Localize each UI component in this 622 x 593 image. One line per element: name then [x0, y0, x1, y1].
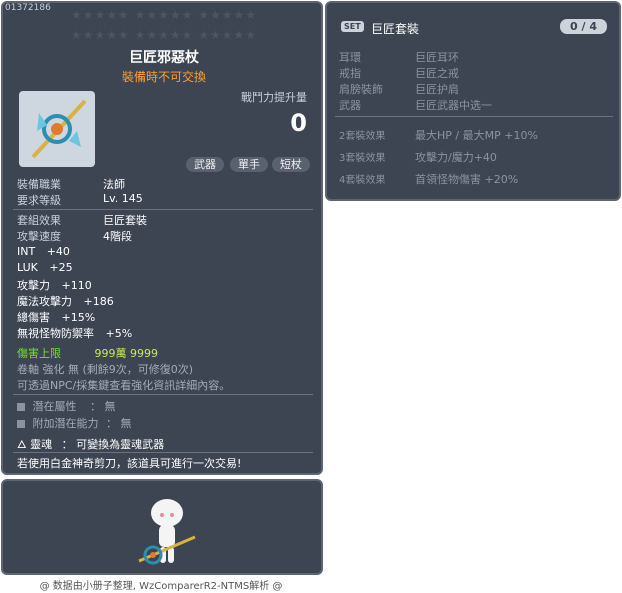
- damage-cap-label: 傷害上限: [17, 347, 61, 360]
- footer-credit: @ 数据由小册子整理, WzComparerR2-NTMS解析 @: [39, 581, 283, 592]
- stat-label: 魔法攻擊力: [17, 295, 72, 308]
- character-figure: [138, 499, 196, 565]
- set-part-row: 肩膀裝飾 巨匠护肩: [339, 81, 459, 97]
- stat-row: INT +40: [17, 245, 70, 258]
- set-part-name: 巨匠耳环: [415, 51, 459, 64]
- item-tooltip-panel: 01372186 ★★★★★ ★★★★★ ★★★★★ ★★★★★ ★★★★★ ★…: [1, 1, 323, 475]
- set-effect-label: 4套裝效果: [339, 175, 386, 186]
- set-part-name: 巨匠武器中选一: [415, 99, 492, 112]
- item-icon: [19, 91, 95, 167]
- tag-one-handed: 單手: [230, 157, 268, 172]
- attack-speed-row: 攻擊速度 4階段: [17, 228, 132, 244]
- stat-label: LUK: [17, 261, 38, 274]
- character-preview-panel: [1, 479, 323, 575]
- damage-cap-value: 999萬 9999: [94, 347, 159, 360]
- bonus-potential-value: ： 無: [106, 417, 132, 430]
- set-part-slot: 武器: [339, 99, 361, 112]
- set-part-slot: 戒指: [339, 67, 361, 80]
- divider: [13, 452, 313, 453]
- set-effect-row: 4套裝效果 首領怪物傷害 +20%: [339, 171, 518, 186]
- job-row: 裝備職業 法師: [17, 176, 125, 192]
- divider: [335, 116, 613, 117]
- stat-label: INT: [17, 245, 36, 258]
- stat-value: +186: [83, 295, 114, 308]
- combat-power-value: 0: [290, 109, 307, 137]
- level-value: Lv. 145: [103, 192, 143, 205]
- set-part-slot: 肩膀裝飾: [339, 83, 383, 96]
- combat-power-label: 戰鬥力提升量: [241, 91, 307, 104]
- untradeable-notice: 裝備時不可交換: [121, 70, 206, 84]
- set-effect-text: 首領怪物傷害 +20%: [415, 173, 519, 186]
- set-effect-text: 最大HP / 最大MP +10%: [415, 129, 538, 142]
- item-name: 巨匠邪惡杖: [129, 50, 199, 66]
- npc-info: 可透過NPC/採集鍵查看強化資訊詳細內容。: [17, 379, 231, 392]
- wand-icon: [31, 99, 87, 159]
- stat-value: +25: [49, 261, 73, 274]
- attack-speed-value: 4階段: [103, 230, 132, 243]
- stat-row: LUK +25: [17, 261, 73, 274]
- set-effect-label: 2套裝效果: [339, 131, 386, 142]
- potential-value: ： 無: [90, 400, 116, 413]
- stat-row: 攻擊力 +110: [17, 277, 92, 293]
- damage-cap-row: 傷害上限 999萬 9999: [17, 345, 158, 361]
- soul-value: ： 可變換為靈魂武器: [61, 438, 165, 451]
- stat-row: 無視怪物防禦率 +5%: [17, 325, 132, 341]
- tag-wand: 短杖: [272, 157, 310, 172]
- set-effect-row: 3套裝效果 攻擊力/魔力+40: [339, 149, 497, 164]
- stat-row: 魔法攻擊力 +186: [17, 293, 114, 309]
- attack-speed-label: 攻擊速度: [17, 230, 61, 243]
- job-value: 法師: [103, 178, 125, 191]
- potential-label: 潛在屬性: [32, 400, 77, 413]
- platinum-scissors-notice: 若使用白金神奇剪刀，該道具可進行一次交易!: [17, 457, 242, 470]
- soul-icon: 🜂: [17, 438, 27, 451]
- stat-label: 總傷害: [17, 311, 50, 324]
- set-effect-row: 套組效果 巨匠套裝: [17, 212, 147, 228]
- set-part-row: 耳環 巨匠耳环: [339, 49, 459, 65]
- tag-weapon: 武器: [186, 157, 224, 172]
- potential-icon: [17, 403, 25, 411]
- set-count: 0 / 4: [560, 19, 607, 34]
- stat-value: +5%: [105, 327, 133, 340]
- level-row: 要求等級 Lv. 145: [17, 192, 143, 208]
- set-part-slot: 耳環: [339, 51, 361, 64]
- set-effect-value: 巨匠套裝: [103, 214, 147, 227]
- character-preview: [138, 499, 196, 565]
- set-effect-row: 2套裝效果 最大HP / 最大MP +10%: [339, 127, 538, 142]
- bonus-potential-label: 附加潛在能力: [32, 417, 99, 430]
- job-label: 裝備職業: [17, 178, 61, 191]
- soul-label: 靈魂: [30, 438, 53, 451]
- stat-value: +40: [46, 245, 70, 258]
- set-badge: SET: [341, 21, 364, 32]
- level-label: 要求等級: [17, 194, 61, 207]
- set-part-row: 戒指 巨匠之戒: [339, 65, 459, 81]
- set-effect-label: 3套裝效果: [339, 153, 386, 164]
- set-part-name: 巨匠之戒: [415, 67, 459, 80]
- potential-row: 潛在屬性 ： 無: [17, 398, 116, 414]
- bonus-potential-icon: [17, 420, 25, 428]
- bonus-potential-row: 附加潛在能力 ： 無: [17, 415, 132, 431]
- star-force-row-2: ★★★★★ ★★★★★ ★★★★★: [71, 28, 257, 42]
- set-part-row: 武器 巨匠武器中选一: [339, 97, 492, 113]
- set-effect-label: 套組效果: [17, 214, 61, 227]
- star-force-row-1: ★★★★★ ★★★★★ ★★★★★: [71, 8, 257, 22]
- stat-value: +110: [61, 279, 92, 292]
- stat-label: 攻擊力: [17, 279, 50, 292]
- stat-row: 總傷害 +15%: [17, 309, 95, 325]
- stat-value: +15%: [61, 311, 96, 324]
- stat-label: 無視怪物防禦率: [17, 327, 94, 340]
- scroll-info: 卷軸 強化 無 (剩餘9次，可修復0次): [17, 363, 194, 376]
- set-effect-text: 攻擊力/魔力+40: [415, 151, 497, 164]
- divider: [13, 394, 313, 395]
- set-tooltip-panel: SET 巨匠套裝 0 / 4 耳環 巨匠耳环 戒指 巨匠之戒 肩膀裝飾 巨匠护肩…: [325, 1, 621, 201]
- divider: [13, 209, 313, 210]
- set-title: 巨匠套裝: [371, 22, 420, 36]
- set-part-name: 巨匠护肩: [415, 83, 459, 96]
